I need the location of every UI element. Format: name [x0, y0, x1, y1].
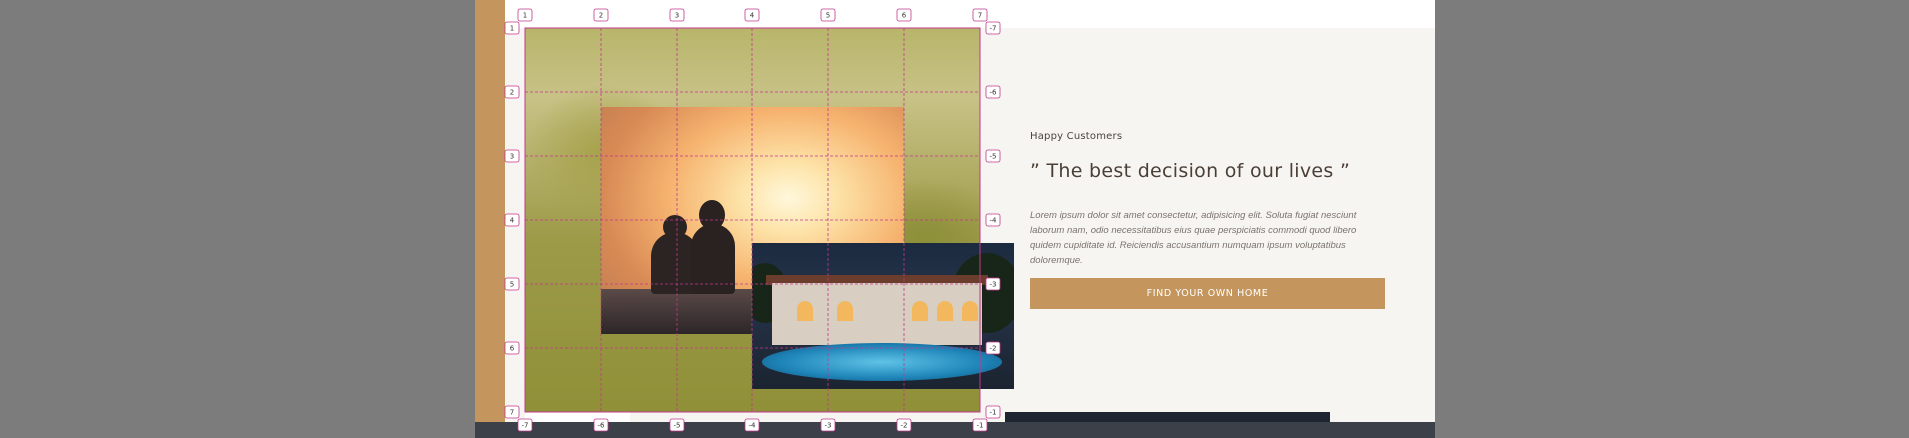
- top-strip: [505, 0, 1435, 28]
- footer-strip-dark: [1005, 412, 1330, 422]
- testimonial-body: Lorem ipsum dolor sit amet consectetur, …: [1030, 210, 1357, 266]
- villa-pool-image: [752, 243, 1014, 389]
- find-home-button[interactable]: FIND YOUR OWN HOME: [1030, 278, 1385, 309]
- footer-bar: [475, 422, 1435, 438]
- section-eyebrow: Happy Customers: [1030, 131, 1123, 142]
- white-block: [525, 412, 630, 422]
- testimonial-quote: ” The best decision of our lives ”: [1030, 160, 1351, 182]
